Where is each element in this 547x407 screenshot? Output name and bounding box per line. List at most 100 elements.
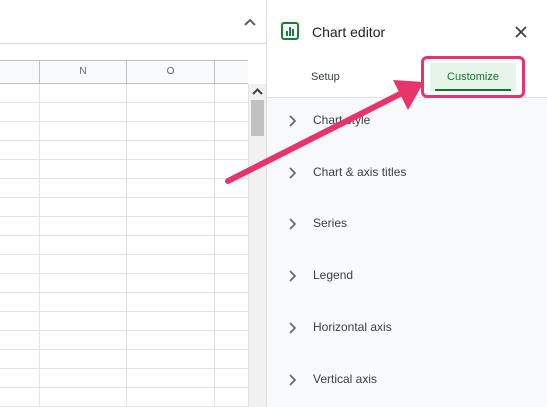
scroll-up-icon[interactable] bbox=[249, 84, 266, 100]
grid-cell[interactable] bbox=[215, 198, 248, 217]
grid-cell[interactable] bbox=[215, 122, 248, 141]
grid-cell[interactable] bbox=[215, 179, 248, 198]
grid-cell[interactable] bbox=[215, 160, 248, 179]
grid-cell[interactable] bbox=[0, 350, 40, 369]
grid-cell[interactable] bbox=[127, 274, 215, 293]
chevron-right-icon bbox=[289, 115, 297, 127]
grid-cell[interactable] bbox=[0, 103, 40, 122]
grid-cell[interactable] bbox=[215, 369, 248, 388]
grid-cell[interactable] bbox=[127, 141, 215, 160]
grid-cell[interactable] bbox=[127, 312, 215, 331]
chart-editor-panel: Chart editor Setup Customize Chart style… bbox=[266, 0, 547, 407]
grid-cell[interactable] bbox=[40, 236, 127, 255]
grid-cell[interactable] bbox=[0, 388, 40, 407]
grid-cell[interactable] bbox=[40, 217, 127, 236]
grid-cell[interactable] bbox=[127, 179, 215, 198]
chevron-right-icon bbox=[289, 218, 297, 230]
grid-cell[interactable] bbox=[40, 103, 127, 122]
section-legend[interactable]: Legend bbox=[267, 256, 547, 296]
section-label: Series bbox=[313, 216, 348, 230]
section-horizontal-axis[interactable]: Horizontal axis bbox=[267, 308, 547, 348]
grid-cell[interactable] bbox=[215, 217, 248, 236]
grid-cell[interactable] bbox=[40, 198, 127, 217]
grid-cell[interactable] bbox=[127, 198, 215, 217]
grid-cell[interactable] bbox=[0, 293, 40, 312]
grid-cell[interactable] bbox=[127, 84, 215, 103]
grid-cell[interactable] bbox=[40, 312, 127, 331]
grid-cell[interactable] bbox=[215, 293, 248, 312]
grid-row bbox=[0, 369, 248, 388]
grid-cell[interactable] bbox=[127, 103, 215, 122]
grid-cell[interactable] bbox=[215, 388, 248, 407]
grid-cell[interactable] bbox=[215, 236, 248, 255]
grid-cell[interactable] bbox=[127, 350, 215, 369]
grid-cell[interactable] bbox=[127, 217, 215, 236]
close-icon[interactable] bbox=[512, 23, 530, 41]
grid-cell[interactable] bbox=[0, 274, 40, 293]
vertical-scrollbar[interactable] bbox=[248, 84, 266, 407]
chevron-up-icon[interactable] bbox=[240, 12, 260, 32]
grid-cell[interactable] bbox=[40, 350, 127, 369]
grid-cell[interactable] bbox=[0, 122, 40, 141]
grid-cell[interactable] bbox=[0, 312, 40, 331]
grid-cell[interactable] bbox=[40, 122, 127, 141]
section-vertical-axis[interactable]: Vertical axis bbox=[267, 360, 547, 400]
grid-cell[interactable] bbox=[215, 141, 248, 160]
grid-cell[interactable] bbox=[40, 293, 127, 312]
grid-cell[interactable] bbox=[0, 84, 40, 103]
grid-cell[interactable] bbox=[0, 217, 40, 236]
grid-cell[interactable] bbox=[127, 160, 215, 179]
grid-cell[interactable] bbox=[0, 141, 40, 160]
grid-cell[interactable] bbox=[215, 103, 248, 122]
grid-cell[interactable] bbox=[215, 350, 248, 369]
grid-cell[interactable] bbox=[40, 84, 127, 103]
grid-cell[interactable] bbox=[127, 255, 215, 274]
grid-cell[interactable] bbox=[127, 236, 215, 255]
grid-cell[interactable] bbox=[40, 388, 127, 407]
section-label: Legend bbox=[313, 268, 354, 282]
grid-cell[interactable] bbox=[127, 293, 215, 312]
grid-cell[interactable] bbox=[127, 122, 215, 141]
section-label: Horizontal axis bbox=[313, 320, 392, 334]
tab-customize[interactable]: Customize bbox=[430, 63, 516, 91]
grid-cell[interactable] bbox=[40, 369, 127, 388]
grid-cell[interactable] bbox=[0, 369, 40, 388]
grid-cell[interactable] bbox=[127, 331, 215, 350]
grid-cell[interactable] bbox=[215, 312, 248, 331]
grid-row bbox=[0, 103, 248, 122]
section-series[interactable]: Series bbox=[267, 204, 547, 244]
grid-cell[interactable] bbox=[40, 274, 127, 293]
section-chart-style[interactable]: Chart style bbox=[267, 101, 547, 141]
grid-cell[interactable] bbox=[127, 388, 215, 407]
grid-cell[interactable] bbox=[127, 369, 215, 388]
grid-cell[interactable] bbox=[215, 84, 248, 103]
tab-setup[interactable]: Setup bbox=[311, 70, 340, 84]
column-header-o[interactable]: O bbox=[127, 61, 215, 83]
column-header-p[interactable] bbox=[215, 61, 248, 83]
spreadsheet-area: N O bbox=[0, 0, 266, 407]
grid-row bbox=[0, 141, 248, 160]
chart-editor-header: Chart editor bbox=[267, 0, 547, 62]
grid-cell[interactable] bbox=[40, 255, 127, 274]
grid-cell[interactable] bbox=[0, 331, 40, 350]
grid-cell[interactable] bbox=[0, 255, 40, 274]
grid-cell[interactable] bbox=[40, 331, 127, 350]
section-chart-axis-titles[interactable]: Chart & axis titles bbox=[267, 153, 547, 193]
grid-cell[interactable] bbox=[40, 179, 127, 198]
column-header-n[interactable]: N bbox=[40, 61, 127, 83]
spreadsheet-grid[interactable]: N O bbox=[0, 60, 248, 407]
grid-cell[interactable] bbox=[215, 331, 248, 350]
grid-cell[interactable] bbox=[215, 274, 248, 293]
grid-cell[interactable] bbox=[0, 198, 40, 217]
grid-rows bbox=[0, 84, 248, 407]
column-headers: N O bbox=[0, 60, 248, 84]
grid-cell[interactable] bbox=[40, 160, 127, 179]
scrollbar-thumb[interactable] bbox=[251, 100, 264, 136]
grid-cell[interactable] bbox=[0, 160, 40, 179]
grid-cell[interactable] bbox=[0, 179, 40, 198]
column-header-m[interactable] bbox=[0, 61, 40, 83]
grid-cell[interactable] bbox=[215, 255, 248, 274]
grid-cell[interactable] bbox=[0, 236, 40, 255]
sheet-toolbar bbox=[0, 0, 266, 44]
grid-cell[interactable] bbox=[40, 141, 127, 160]
